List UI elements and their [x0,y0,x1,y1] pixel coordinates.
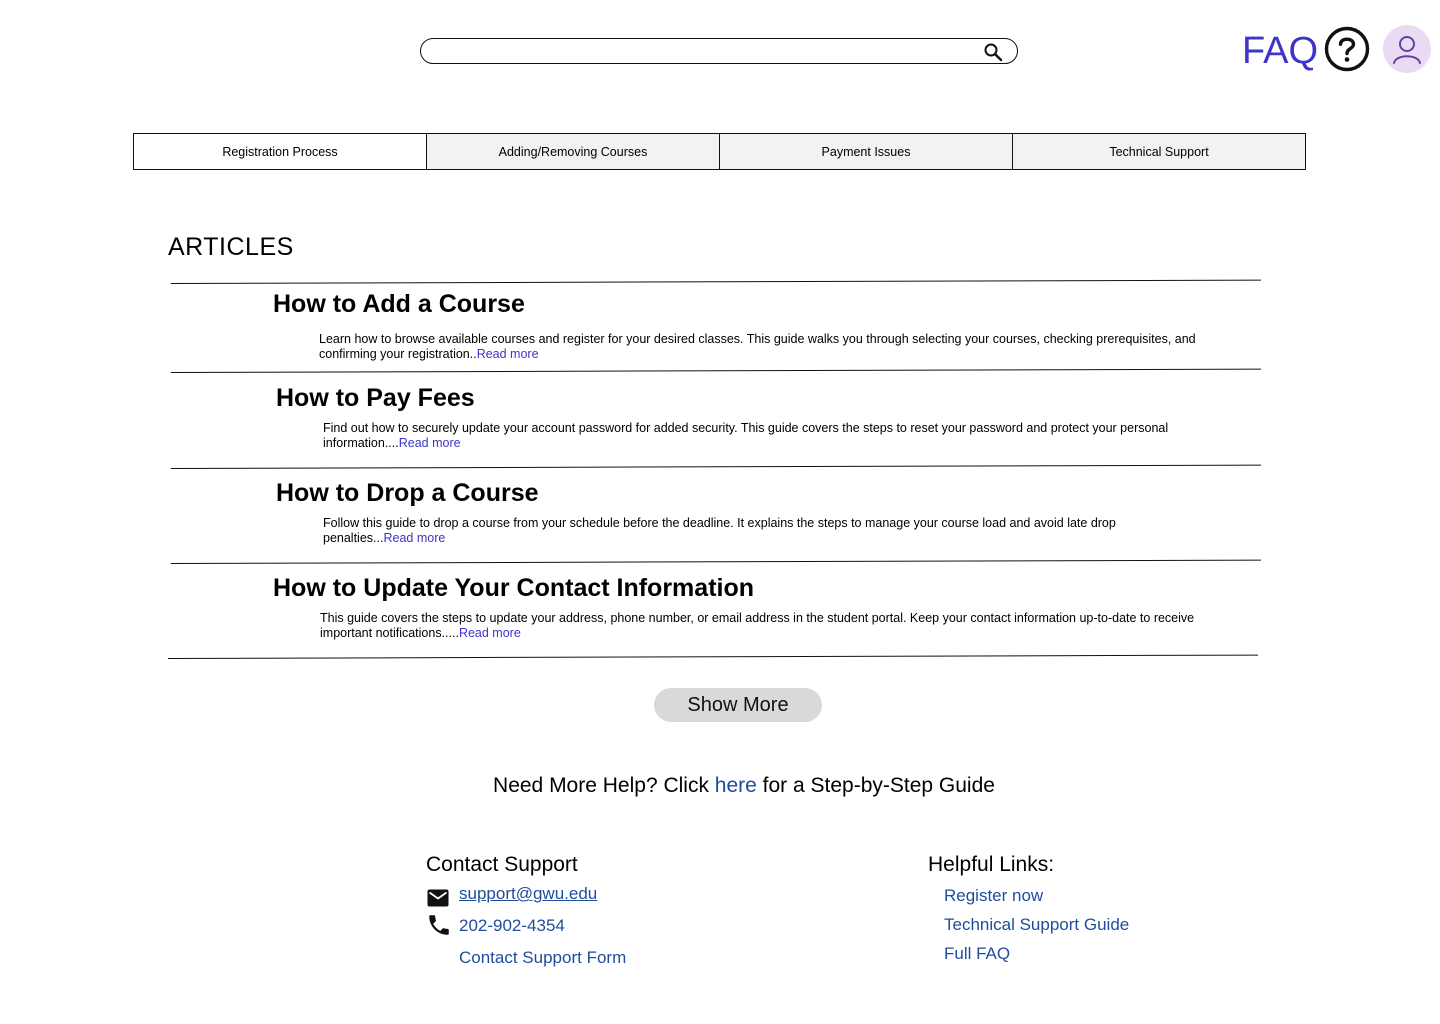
step-by-step-guide-link[interactable]: here [715,774,757,797]
support-email-link[interactable]: support@gwu.edu [459,884,597,904]
tab-registration-process[interactable]: Registration Process [133,133,427,170]
articles-heading: ARTICLES [168,233,294,261]
full-faq-link[interactable]: Full FAQ [944,944,1010,964]
page-title: FAQ [1242,30,1319,72]
tab-payment-issues[interactable]: Payment Issues [719,133,1013,170]
tab-adding-removing-courses[interactable]: Adding/Removing Courses [426,133,720,170]
helpful-links-heading: Helpful Links: [928,853,1055,876]
divider [167,654,1258,659]
help-icon[interactable] [1324,26,1370,72]
tab-technical-support[interactable]: Technical Support [1012,133,1306,170]
avatar[interactable] [1383,25,1431,73]
help-prompt: Need More Help? Click here for a Step-by… [493,774,995,797]
article-title[interactable]: How to Pay Fees [276,383,475,413]
contact-support-heading: Contact Support [426,853,578,876]
divider [170,559,1261,564]
email-icon [427,889,449,907]
tab-label: Technical Support [1109,144,1209,159]
article-summary: Follow this guide to drop a course from … [323,516,1116,545]
article-summary: Learn how to browse available courses an… [319,332,1196,361]
read-more-link[interactable]: Read more [477,347,539,361]
article-title[interactable]: How to Drop a Course [276,478,539,508]
read-more-link[interactable]: Read more [459,626,521,640]
article-title[interactable]: How to Add a Course [273,289,525,319]
contact-support-form-link[interactable]: Contact Support Form [459,948,626,968]
register-now-link[interactable]: Register now [944,886,1043,906]
tab-label: Registration Process [222,144,338,159]
read-more-link[interactable]: Read more [399,436,461,450]
divider [170,368,1261,373]
article-summary: This guide covers the steps to update yo… [320,611,1195,640]
search-icon[interactable] [983,42,1003,62]
article-summary: Find out how to securely update your acc… [323,421,1169,450]
tab-label: Payment Issues [821,144,911,159]
article-title[interactable]: How to Update Your Contact Information [273,573,754,603]
support-phone-link[interactable]: 202-902-4354 [459,916,565,936]
user-icon [1393,36,1421,64]
read-more-link[interactable]: Read more [383,531,445,545]
search-input[interactable] [420,38,1018,64]
technical-support-guide-link[interactable]: Technical Support Guide [944,915,1129,935]
divider [170,279,1261,284]
tab-label: Adding/Removing Courses [498,144,648,159]
divider [170,464,1261,469]
show-more-button[interactable]: Show More [654,688,822,722]
phone-icon [429,915,449,935]
